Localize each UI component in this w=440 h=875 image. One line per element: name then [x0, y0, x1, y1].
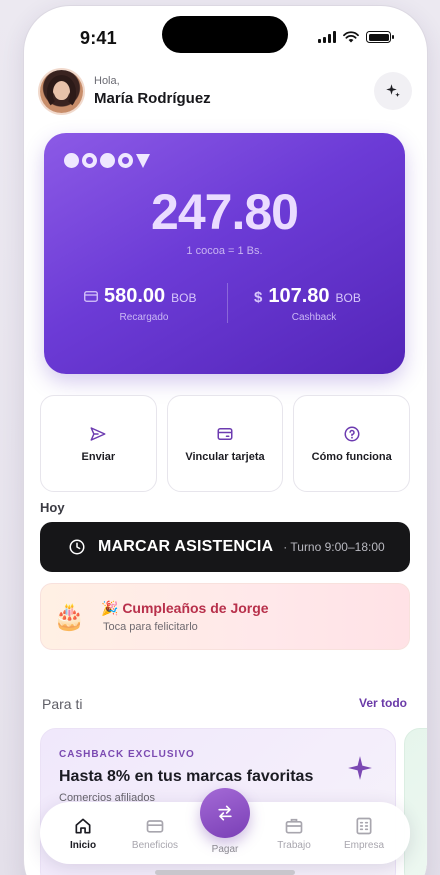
mark-attendance-button[interactable]: MARCAR ASISTENCIA · Turno 9:00–18:00: [40, 522, 410, 572]
pay-button[interactable]: [200, 788, 250, 838]
home-icon: [75, 818, 91, 834]
birthday-card[interactable]: 🎂 🎉 Cumpleaños de Jorge Toca para felici…: [40, 583, 410, 650]
card-divider: [227, 283, 228, 323]
tab-benefits-label: Beneficios: [131, 840, 179, 851]
tab-bar: Inicio Beneficios Pagar Trabajo Empresa: [40, 788, 410, 864]
tab-work-label: Trabajo: [277, 840, 311, 851]
quick-actions: Enviar Vincular tarjeta Cómo funciona: [40, 395, 411, 492]
next-promo-card[interactable]: [404, 728, 427, 875]
card-small-icon: [84, 291, 98, 302]
battery-icon: [366, 31, 394, 43]
cocoa-logo: [64, 153, 150, 168]
transfer-icon: [218, 805, 232, 821]
cashback-balance: $ 107.80 BOB Cashback: [254, 285, 374, 323]
recharged-balance: 580.00 BOB Recargado: [84, 285, 204, 323]
see-all-link[interactable]: Ver todo: [359, 696, 407, 710]
sparkle-icon: [386, 84, 400, 97]
link-card-button[interactable]: Vincular tarjeta: [166, 395, 284, 492]
cashback-value: 107.80: [268, 285, 330, 307]
star-sparkle-icon: [348, 756, 372, 780]
building-icon: [356, 817, 372, 835]
link-card-label: Vincular tarjeta: [185, 450, 265, 463]
status-bar: 9:41: [24, 6, 427, 66]
briefcase-icon: [285, 818, 303, 834]
pay-label: Pagar: [211, 844, 239, 855]
send-label: Enviar: [81, 450, 116, 463]
dynamic-island: [162, 16, 288, 53]
birthday-subtitle: Toca para felicitarlo: [103, 621, 198, 633]
today-heading: Hoy: [40, 500, 65, 515]
benefits-card-icon: [146, 820, 164, 833]
help-icon: [344, 426, 360, 441]
recharged-label: Recargado: [119, 312, 169, 323]
balance-amount: 247.80: [151, 184, 299, 240]
birthday-title: 🎉 Cumpleaños de Jorge: [101, 600, 269, 616]
card-icon: [217, 427, 233, 440]
wifi-icon: [343, 31, 359, 43]
cashback-currency: BOB: [335, 291, 361, 305]
tab-company[interactable]: Empresa: [334, 816, 394, 851]
recharged-value: 580.00: [104, 285, 166, 307]
promo-eyebrow: CASHBACK EXCLUSIVO: [59, 749, 195, 760]
for-you-heading: Para ti: [42, 696, 83, 712]
header: Hola, María Rodríguez: [40, 70, 412, 124]
cashback-label: Cashback: [291, 312, 337, 323]
status-icons: [318, 31, 394, 43]
user-name: María Rodríguez: [94, 90, 211, 107]
dollar-icon: $: [254, 289, 263, 306]
tab-company-label: Empresa: [343, 840, 384, 851]
attendance-label: MARCAR ASISTENCIA: [98, 538, 274, 555]
ai-assistant-button[interactable]: [374, 72, 412, 110]
cake-icon: 🎂: [53, 601, 86, 631]
avatar[interactable]: [40, 70, 83, 113]
signal-icon: [318, 31, 336, 43]
tab-work[interactable]: Trabajo: [264, 816, 324, 851]
status-time: 9:41: [80, 28, 117, 48]
recharged-currency: BOB: [171, 291, 197, 305]
clock-icon: [69, 539, 85, 555]
attendance-shift: · Turno 9:00–18:00: [283, 540, 385, 554]
tab-benefits[interactable]: Beneficios: [125, 816, 185, 851]
home-indicator: [155, 870, 295, 875]
phone-screen: 9:41 Hola, María Rodríguez 247.80 1 coco…: [24, 6, 427, 875]
how-it-works-label: Cómo funciona: [311, 450, 392, 463]
tab-home[interactable]: Inicio: [53, 816, 113, 851]
promo-title: Hasta 8% en tus marcas favoritas: [59, 768, 314, 785]
send-icon: [90, 426, 106, 441]
send-button[interactable]: Enviar: [40, 395, 157, 492]
exchange-rate: 1 cocoa = 1 Bs.: [186, 245, 263, 257]
balance-card[interactable]: 247.80 1 cocoa = 1 Bs. 580.00 BOB Recarg…: [44, 133, 405, 374]
greeting: Hola,: [94, 75, 120, 87]
tab-home-label: Inicio: [69, 840, 97, 851]
how-it-works-button[interactable]: Cómo funciona: [293, 395, 411, 492]
